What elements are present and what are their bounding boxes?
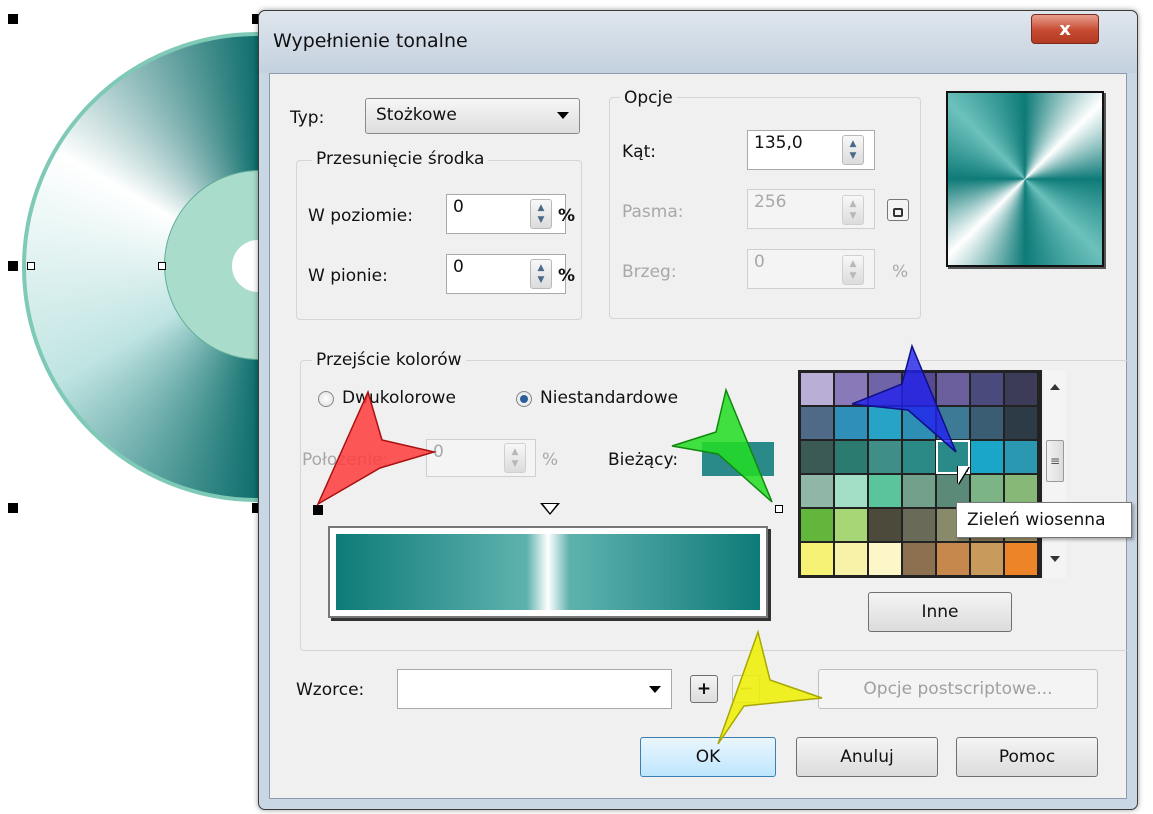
- red-annotation-arrow: [316, 389, 437, 506]
- blue-annotation-arrow: [851, 343, 957, 453]
- green-annotation-arrow: [671, 387, 773, 503]
- yellow-annotation-arrow: [717, 629, 823, 745]
- annotation-overlay: [316, 343, 957, 745]
